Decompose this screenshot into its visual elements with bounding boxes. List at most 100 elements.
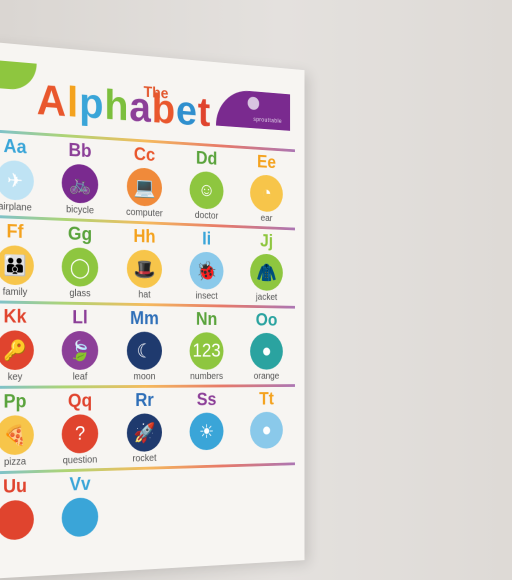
alphabet-grid: Aa ✈ airplane Bb 🚲 bicycle Cc 💻 computer Dd ☺ docto…	[0, 129, 295, 558]
alphabet-row: Pp 🍕 pizza Qq? question Rr 🚀 rocket Ss ☀ Tt ●	[0, 384, 295, 472]
letter-card: Aa ✈ airplane	[0, 135, 48, 215]
letter-pair: Ii	[202, 229, 212, 250]
letter-word: numbers	[190, 371, 224, 382]
corner-tab	[0, 58, 37, 92]
alphabet-row: Kk 🔑 key Ll 🍃 leaf Mm ☾ moon Nn 123 numbers Oo ● orang…	[0, 300, 295, 386]
letter-word: computer	[126, 207, 163, 220]
letter-pair: Ll	[72, 307, 88, 329]
letter-pair: Gg	[67, 223, 93, 246]
title-letter: A	[36, 75, 68, 126]
alphabet-poster: sprouttable The Alphabet Aa ✈ airplane Bb 🚲 b…	[0, 40, 305, 580]
letter-card: Gg ◯ glass	[48, 223, 112, 300]
letter-word	[238, 450, 295, 451]
question-icon: ?	[61, 414, 99, 454]
tree-icon: ●	[250, 411, 283, 449]
letter-pair: Oo	[255, 310, 278, 331]
letter-word: bicycle	[66, 204, 94, 217]
letter-word: doctor	[194, 210, 219, 222]
letter-word	[48, 537, 112, 540]
brand-logo-icon	[247, 96, 260, 111]
title-letter: h	[104, 81, 130, 130]
letter-card: Rr 🚀 rocket	[113, 390, 175, 464]
letter-card: Hh 🎩 hat	[113, 226, 175, 301]
letter-pair: Aa	[3, 136, 27, 159]
letter-word: rocket	[132, 453, 157, 465]
letter-card: Pp 🍕 pizza	[0, 391, 48, 468]
letter-card: Cc 💻 computer	[113, 143, 175, 220]
alphabet-row: Ff 👪 family Gg ◯ glass Hh 🎩 hat Ii 🐞 insect Jj 🧥 jacke…	[0, 214, 295, 305]
letter-word	[0, 540, 48, 543]
letter-pair: Bb	[68, 140, 92, 163]
numbers-icon: 123	[189, 332, 224, 370]
letter-card: Jj 🧥 jacket	[238, 231, 295, 303]
globe-icon: ✈	[0, 159, 34, 201]
letter-pair: Nn	[195, 309, 218, 330]
letter-pair: Tt	[259, 389, 274, 410]
letter-word: key	[7, 371, 23, 383]
title-the: The	[143, 84, 169, 103]
letter-card: Ii 🐞 insect	[177, 228, 236, 302]
letter-pair: Mm	[130, 308, 159, 330]
letter-pair: Hh	[133, 226, 156, 248]
pizza-icon: 🍕	[0, 415, 34, 456]
ear-icon: ◔	[250, 174, 283, 213]
letter-pair: Qq	[67, 391, 93, 412]
umbrella-icon	[0, 499, 34, 541]
letter-pair: Cc	[133, 144, 156, 166]
poster-title: The Alphabet	[37, 75, 211, 136]
letter-word: question	[62, 454, 98, 467]
letter-pair: Uu	[3, 476, 27, 498]
letter-pair: Dd	[195, 148, 218, 170]
jacket-icon: 🧥	[250, 253, 283, 292]
title-alphabet: Alphabet	[37, 75, 211, 136]
letter-word: ear	[260, 213, 273, 224]
key-icon: 🔑	[0, 330, 34, 370]
letter-pair: Ff	[6, 221, 24, 243]
letter-card: Mm ☾ moon	[113, 308, 175, 382]
letter-word: hat	[138, 289, 151, 301]
letter-word: airplane	[0, 201, 32, 214]
family-icon: 👪	[0, 244, 34, 286]
letter-card: Qq? question	[48, 391, 112, 467]
computer-icon: 💻	[126, 167, 163, 207]
moon-icon: ☾	[126, 331, 163, 370]
doctor-icon: ☺	[189, 170, 224, 210]
letter-word: moon	[133, 371, 156, 383]
hat-icon: 🎩	[126, 249, 163, 289]
letter-word: orange	[253, 371, 280, 382]
brand-tab: sprouttable	[215, 88, 291, 131]
letter-pair: Kk	[3, 306, 27, 328]
title-letter: p	[79, 78, 105, 129]
letter-pair: Jj	[260, 231, 274, 252]
leaf-icon: 🍃	[61, 330, 99, 370]
letter-card: Dd ☺ doctor	[177, 147, 236, 222]
sun-icon: ☀	[189, 412, 224, 451]
letter-word: family	[2, 286, 28, 299]
letter-card: Vv	[48, 474, 112, 541]
letter-card: Ee ◔ ear	[238, 151, 295, 225]
letter-word: pizza	[3, 456, 27, 469]
glass-icon: ◯	[61, 247, 99, 287]
alphabet-row: Aa ✈ airplane Bb 🚲 bicycle Cc 💻 computer Dd ☺ docto…	[0, 129, 295, 228]
letter-word: glass	[69, 288, 91, 300]
letter-pair: Ss	[196, 390, 217, 411]
letter-card: Bb 🚲 bicycle	[48, 139, 112, 217]
title-letter: e	[176, 86, 198, 135]
letter-card: Oo ● orange	[238, 310, 295, 382]
letter-pair: Rr	[135, 390, 154, 411]
rocket-icon: 🚀	[126, 413, 163, 453]
letter-card: Ff 👪 family	[0, 220, 48, 298]
letter-word: jacket	[255, 292, 278, 303]
letter-card: Ss ☀	[177, 390, 236, 453]
insect-icon: 🐞	[189, 251, 224, 290]
letter-word: insect	[195, 290, 218, 302]
brand-name: sprouttable	[253, 117, 283, 125]
letter-card: Nn 123 numbers	[177, 309, 236, 382]
letter-card: Uu	[0, 476, 48, 544]
letter-pair: Pp	[3, 391, 27, 413]
letter-word	[177, 451, 236, 453]
bicycle-icon: 🚲	[61, 163, 99, 204]
alphabet-row: Uu Vv	[0, 462, 295, 557]
letter-card: Kk 🔑 key	[0, 306, 48, 383]
letter-card: Ll 🍃 leaf	[48, 307, 112, 383]
